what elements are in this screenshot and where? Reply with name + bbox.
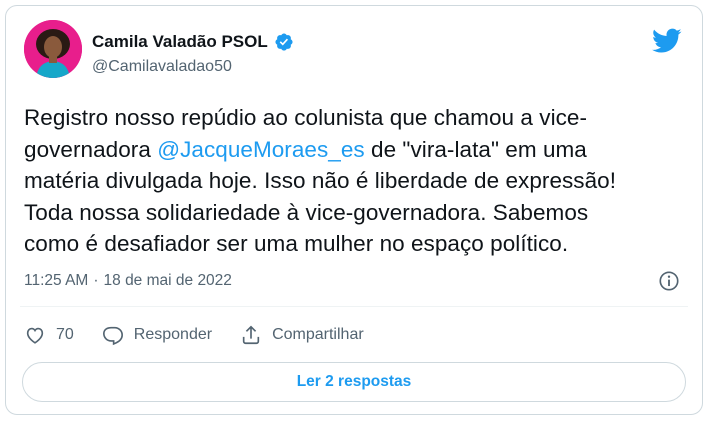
heart-icon [26,327,44,344]
share-button[interactable]: Compartilhar [240,324,364,346]
author-handle[interactable]: @Camilavaladao50 [92,58,232,76]
reply-bubble-icon [102,326,123,346]
reply-label: Responder [133,326,213,343]
tweet-card: Camila Valadão PSOL @Camilavaladao50 Reg… [5,5,703,415]
read-replies-button[interactable]: Ler 2 respostas [22,362,686,402]
tweet-text: Registro nosso repúdio ao colunista que … [24,102,684,260]
author-name-row[interactable]: Camila Valadão PSOL [92,32,294,52]
share-label: Compartilhar [272,326,364,343]
twitter-bird-icon[interactable] [652,28,682,54]
verified-badge-icon [274,32,294,52]
avatar-photo-icon [24,20,82,78]
like-button[interactable]: 70 [24,324,74,346]
tweet-date[interactable]: 18 de mai de 2022 [104,272,232,290]
meta-separator: · [93,272,99,289]
avatar[interactable] [24,20,82,78]
tweet-time[interactable]: 11:25 AM [24,272,88,290]
like-count: 70 [56,326,74,343]
author-display-name[interactable]: Camila Valadão PSOL [92,32,268,52]
tweet-timestamp[interactable]: 11:25 AM · 18 de mai de 2022 [24,272,232,290]
reply-button[interactable]: Responder [102,324,212,346]
info-icon[interactable] [658,270,680,292]
mention-link[interactable]: @JacqueMoraes_es [157,137,365,162]
divider [20,306,688,307]
share-upload-icon [242,325,260,345]
tweet-actions: 70 Responder Compartilhar [24,324,392,346]
